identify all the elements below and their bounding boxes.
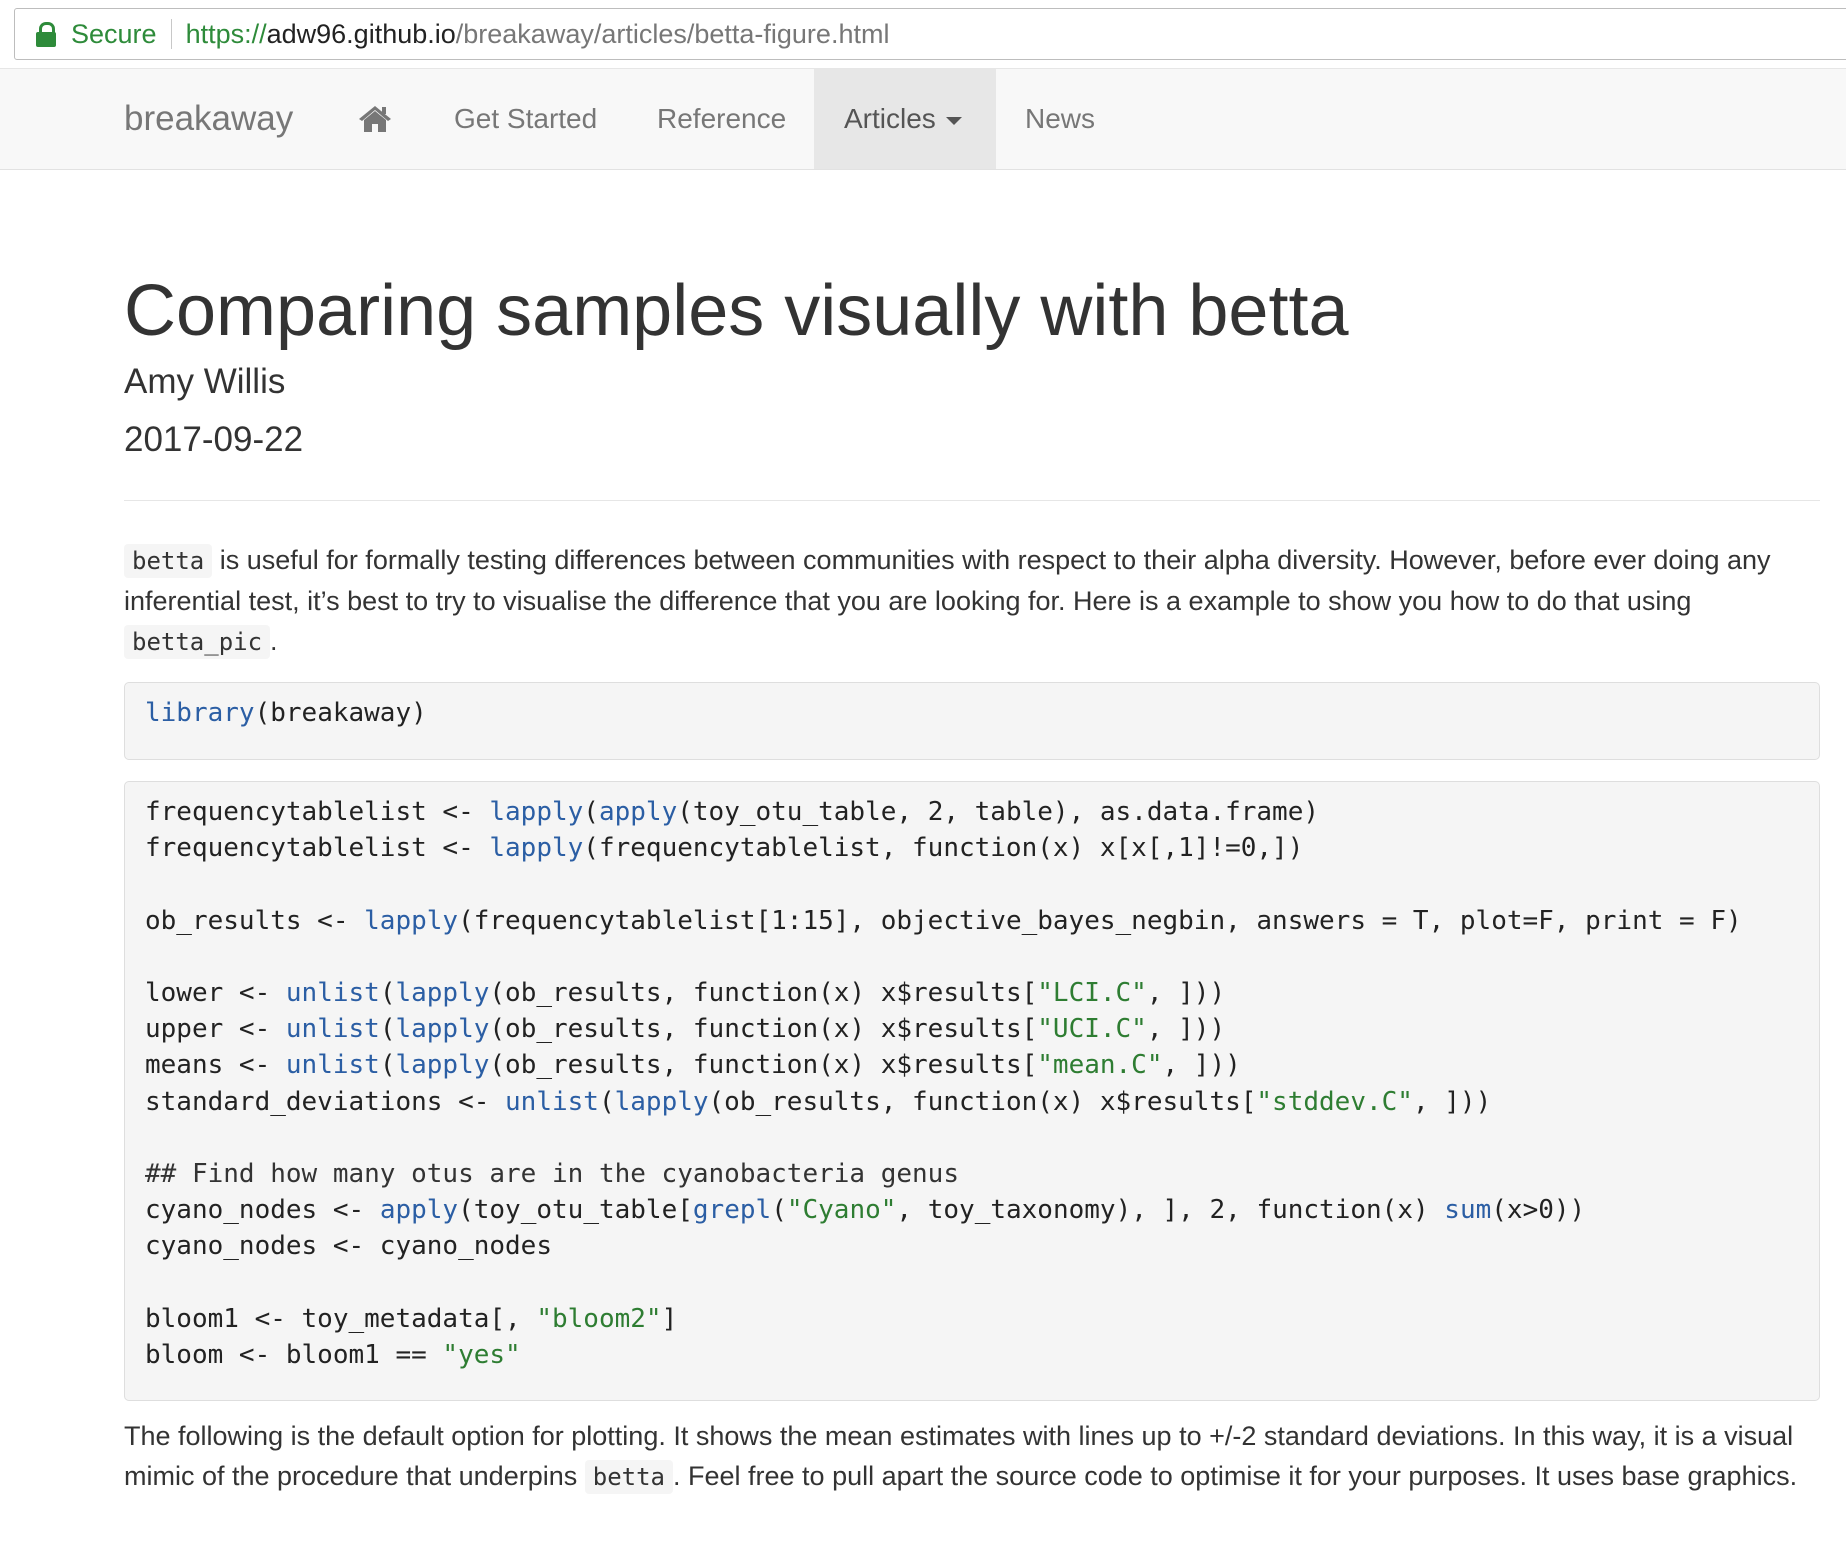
code-line: ob_results <- lapply(frequencytablelist[… [145,905,1742,936]
url-scheme: https:// [185,18,267,49]
outro-text-2: . Feel free to pull apart the source cod… [673,1461,1798,1491]
home-icon [359,106,391,132]
nav-news[interactable]: News [995,69,1125,169]
code-line: ## Find how many otus are in the cyanoba… [145,1158,959,1189]
inline-code-betta-pic: betta_pic [124,625,271,659]
code-line: standard_deviations <- unlist(lapply(ob_… [145,1086,1492,1117]
code-line: frequencytablelist <- lapply(apply(toy_o… [145,797,1320,827]
code-line: means <- unlist(lapply(ob_results, funct… [145,1050,1241,1081]
site-navbar: breakaway Get Started Reference Articles… [0,68,1846,170]
code-line: library(breakaway) [145,698,427,728]
url-field[interactable]: Secure https:// adw96.github.io /breakaw… [14,8,1846,60]
intro-text-1: is useful for formally testing differenc… [124,545,1771,616]
code-line: lower <- unlist(lapply(ob_results, funct… [145,977,1226,1008]
url-host: adw96.github.io [266,18,456,49]
code-line: cyano_nodes <- apply(toy_otu_table[grepl… [145,1195,1586,1226]
code-line: frequencytablelist <- lapply(frequencyta… [145,833,1304,864]
intro-text-2: . [270,626,278,656]
inline-code-betta-2: betta [584,1460,673,1494]
code-line: bloom1 <- toy_metadata[, "bloom2"] [145,1303,678,1334]
page-title: Comparing samples visually with betta [124,271,1349,351]
nav-reference[interactable]: Reference [627,69,816,169]
nav-articles-dropdown[interactable]: Articles [814,69,996,169]
nav-get-started[interactable]: Get Started [424,69,627,169]
article-date: 2017-09-22 [124,420,304,459]
secure-label: Secure [71,18,157,49]
code-line: cyano_nodes <- cyano_nodes [145,1231,552,1262]
code-block-library: library(breakaway) [124,682,1820,760]
home-link[interactable] [350,69,400,169]
browser-address-bar: Secure https:// adw96.github.io /breakaw… [0,0,1846,68]
intro-paragraph: betta is useful for formally testing dif… [124,540,1820,662]
nav-articles-label: Articles [844,103,936,134]
inline-code-betta: betta [124,544,213,578]
caret-down-icon [945,116,962,125]
code-line: bloom <- bloom1 == "yes" [145,1339,521,1370]
url-path: /breakaway/articles/betta-figure.html [455,18,890,49]
url-divider [170,19,172,49]
lock-icon [33,21,59,47]
brand-link[interactable]: breakaway [124,99,293,139]
outro-paragraph: The following is the default option for … [124,1416,1820,1497]
header-divider [124,500,1820,501]
article-author: Amy Willis [124,362,286,401]
code-line: upper <- unlist(lapply(ob_results, funct… [145,1014,1226,1045]
code-block-analysis: frequencytablelist <- lapply(apply(toy_o… [124,781,1820,1401]
